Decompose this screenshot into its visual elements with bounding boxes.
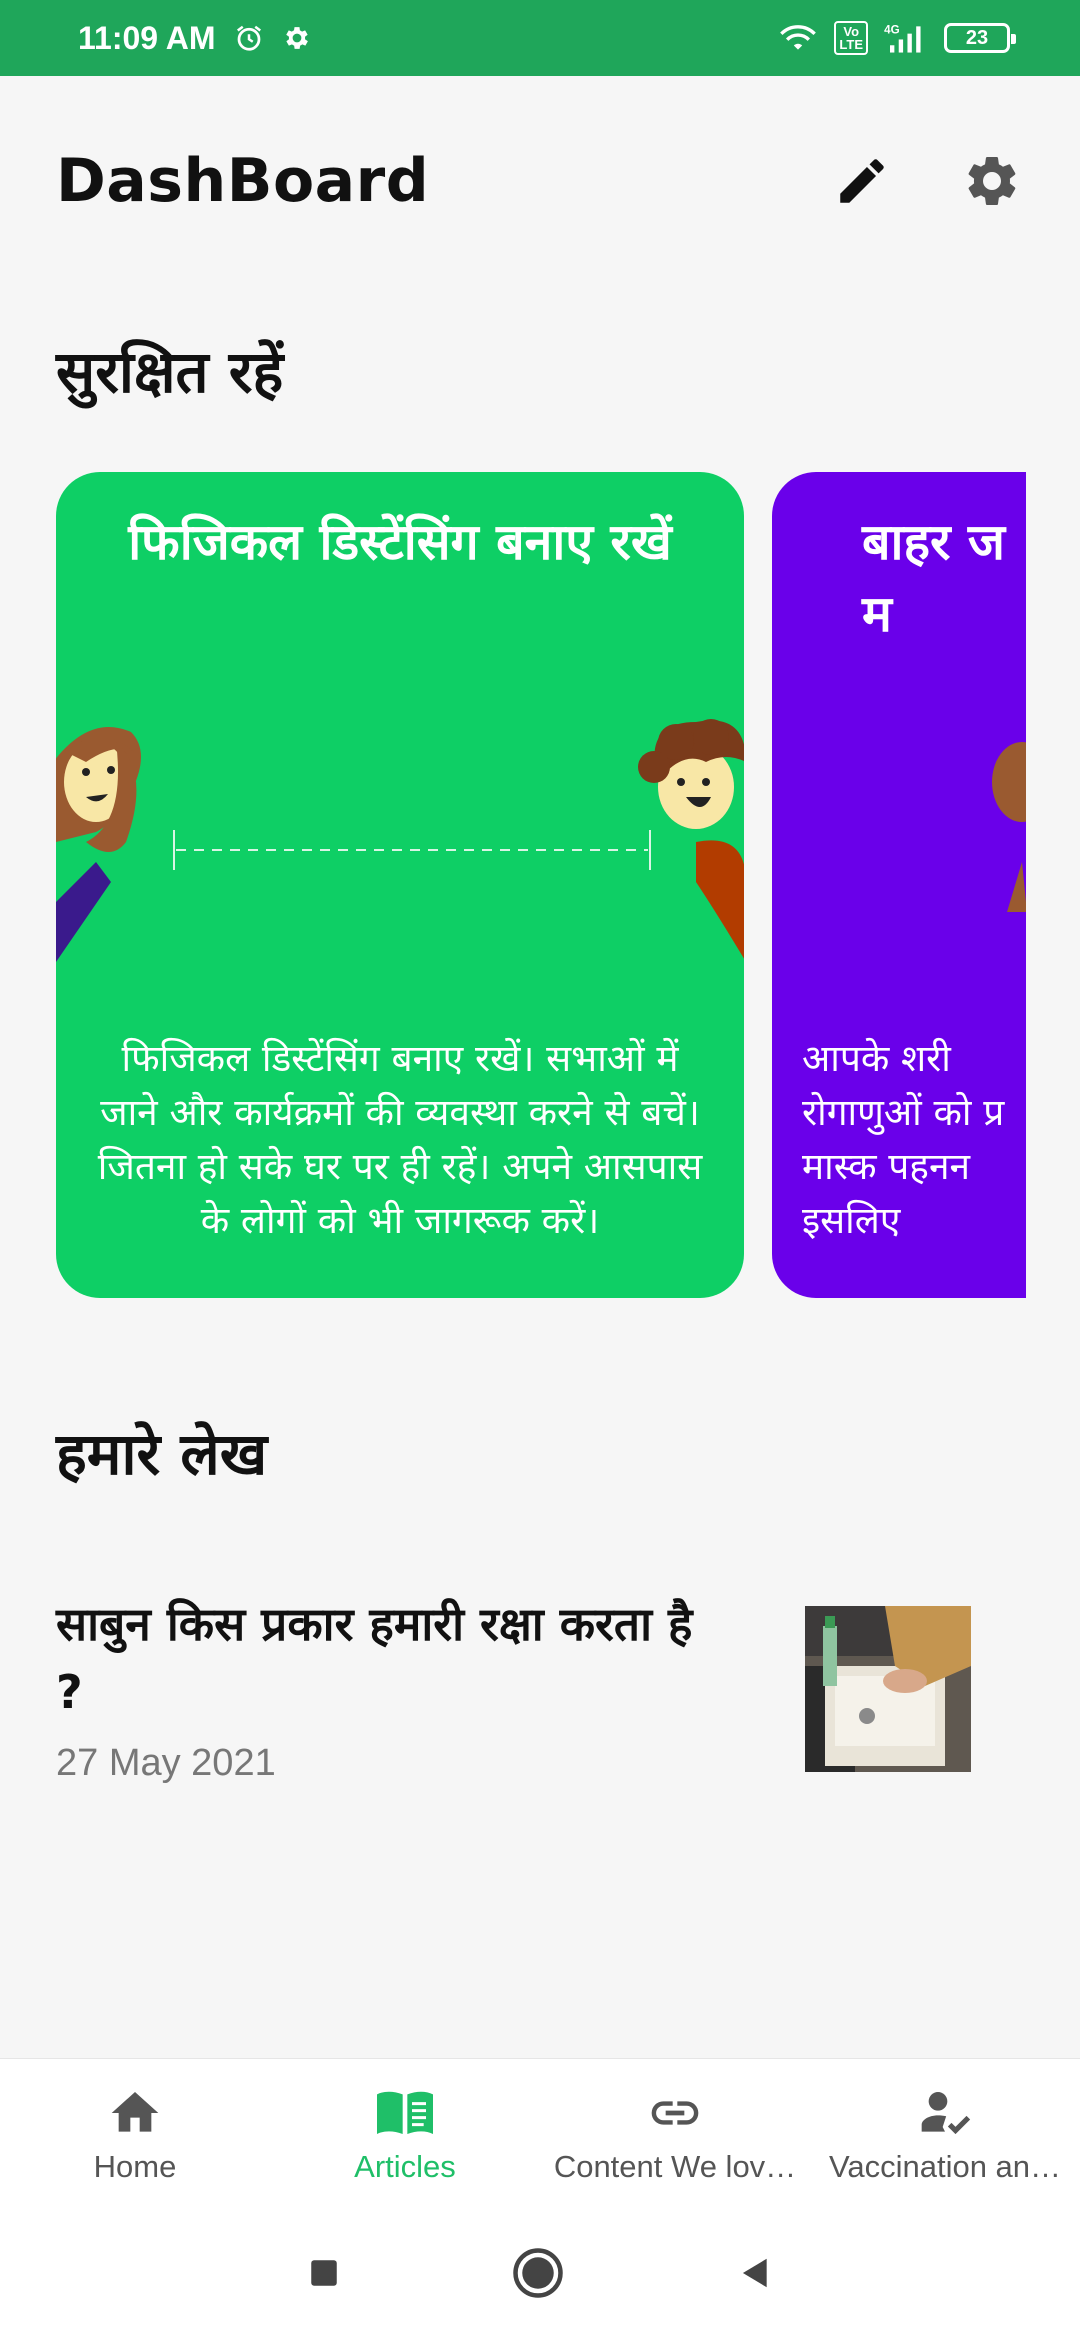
settings-status-icon [285, 27, 308, 49]
article-date: 27 May 2021 [56, 1742, 276, 1784]
nav-item-vaccination[interactable]: Vaccination an… [810, 2059, 1080, 2210]
girl-illustration [56, 727, 141, 962]
page-title: DashBoard [56, 146, 430, 216]
back-button[interactable] [735, 2253, 773, 2297]
status-bar: 11:09 AM Vo LTE 4G 23 [0, 0, 1080, 76]
alarm-icon [236, 25, 261, 51]
bottom-navigation: Home Articles Content We lov… Vaccinatio… [0, 2058, 1080, 2210]
boy-illustration [638, 719, 744, 959]
handwashing-photo-icon [805, 1606, 971, 1772]
article-item[interactable]: साबुन किस प्रकार हमारी रक्षा करता है ? 2… [56, 1590, 1024, 1800]
nav-label: Home [93, 2148, 177, 2184]
nav-label: Articles [354, 2148, 456, 2184]
person-check-icon [921, 2091, 971, 2134]
person-illustration [992, 742, 1026, 912]
signal-icon: 4G [884, 24, 921, 53]
card-title: फिजिकल डिस्टेंसिंग बनाए रखें [128, 513, 672, 571]
volte-icon: Vo LTE [834, 21, 868, 55]
home-system-button[interactable] [511, 2246, 565, 2304]
safety-card[interactable]: बाहर ज म आपके शरी रोगाणुओं को प्र मास्क … [772, 472, 1026, 1298]
section-title-safety: सुरक्षित रहें [56, 338, 284, 406]
link-icon [651, 2100, 699, 2125]
wifi-icon [780, 25, 817, 50]
battery-level: 23 [965, 26, 989, 49]
settings-button[interactable] [960, 149, 1024, 213]
status-time: 11:09 AM [78, 19, 216, 56]
status-right: Vo LTE 4G 23 [778, 21, 1016, 55]
home-icon [111, 2091, 159, 2132]
card-body: फिजिकल डिस्टेंसिंग बनाए रखें। सभाओं में … [97, 1037, 703, 1242]
distancing-illustration [56, 719, 744, 962]
back-triangle-icon [742, 2258, 767, 2288]
gear-icon [968, 156, 1016, 206]
safety-card[interactable]: फिजिकल डिस्टेंसिंग बनाए रखें फिजिकल डिस्… [56, 472, 744, 1298]
nav-item-articles[interactable]: Articles [270, 2059, 540, 2210]
system-navigation-bar [0, 2210, 1080, 2340]
nav-label: Vaccination an… [828, 2148, 1062, 2184]
square-icon [311, 2260, 337, 2286]
distance-line [173, 830, 651, 870]
header-actions [830, 149, 1024, 213]
nav-item-home[interactable]: Home [0, 2059, 270, 2210]
section-title-articles: हमारे लेख [56, 1420, 268, 1488]
status-left: 11:09 AM [78, 20, 312, 57]
book-icon [377, 2091, 433, 2134]
circle-icon [513, 2248, 563, 2298]
article-thumbnail [805, 1606, 971, 1772]
recents-button[interactable] [307, 2256, 341, 2294]
network-type: 4G [884, 24, 900, 37]
card-title: बाहर ज म [862, 513, 1006, 643]
pencil-icon [840, 159, 884, 203]
edit-button[interactable] [830, 149, 894, 213]
nav-label: Content We lov… [553, 2148, 797, 2184]
card-body: आपके शरी रोगाणुओं को प्र मास्क पहनन इसलि… [802, 1037, 1005, 1242]
app-header: DashBoard [0, 76, 1080, 286]
safety-carousel[interactable]: फिजिकल डिस्टेंसिंग बनाए रखें फिजिकल डिस्… [0, 472, 1026, 1298]
battery-icon: 23 [944, 23, 1016, 53]
article-title: साबुन किस प्रकार हमारी रक्षा करता है ? [56, 1597, 693, 1719]
nav-item-content[interactable]: Content We lov… [540, 2059, 810, 2210]
